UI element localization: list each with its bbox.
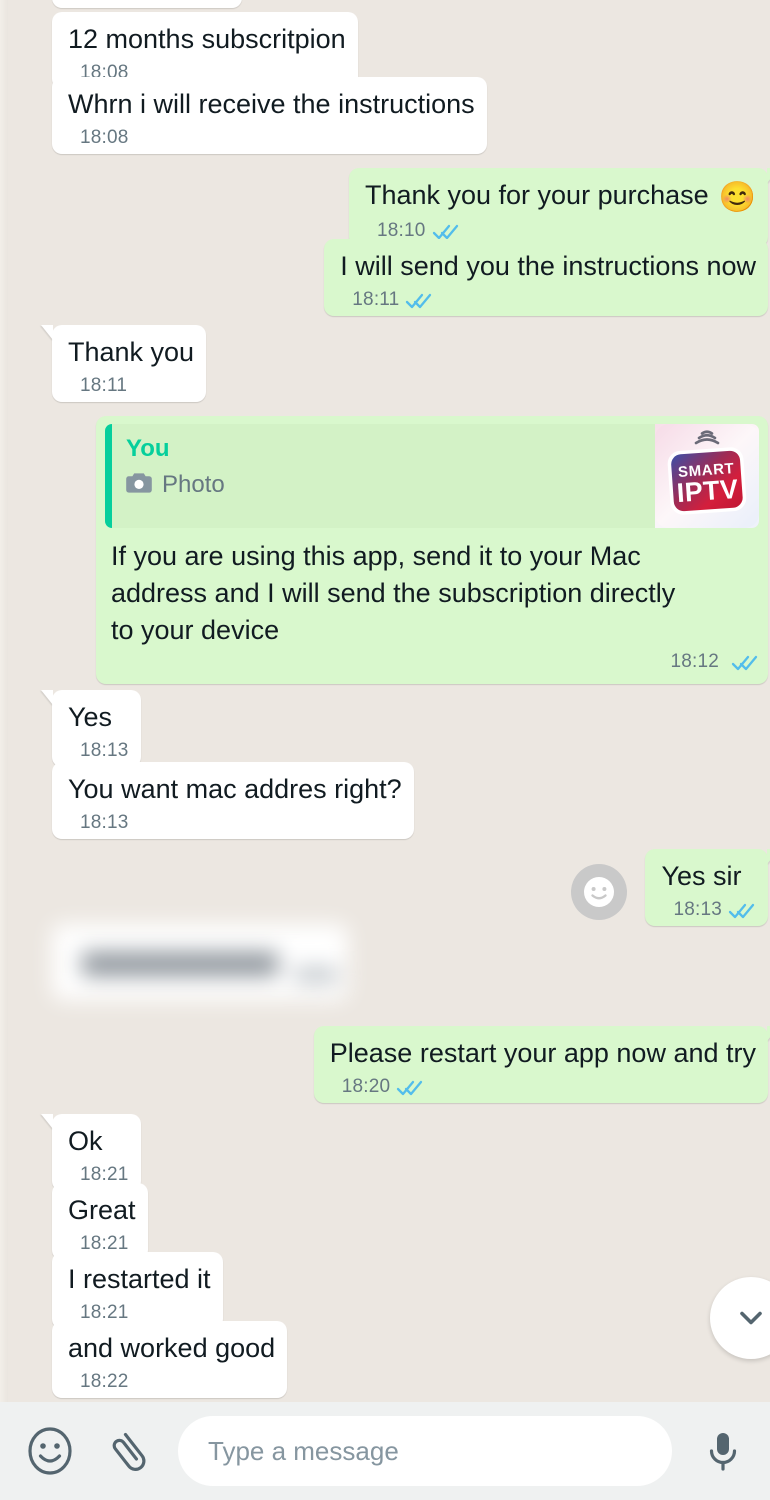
message-bubble-incoming-blurred[interactable] xyxy=(40,912,370,1016)
message-composer: Type a message xyxy=(0,1402,770,1500)
message-row[interactable]: Ok 18:21 xyxy=(52,1114,141,1191)
microphone-icon xyxy=(709,1433,737,1471)
message-text: If you are using this app, send it to yo… xyxy=(105,528,759,649)
smiling-face-emoji: 😊 xyxy=(718,181,756,214)
message-bubble-outgoing[interactable]: I will send you the instructions now 18:… xyxy=(324,239,768,316)
message-text: You want mac addres right? xyxy=(68,774,402,804)
quoted-attachment: Photo xyxy=(126,471,655,499)
message-time: 18:12 xyxy=(670,651,719,672)
message-meta: 18:08 xyxy=(80,127,129,149)
message-text: I restarted it xyxy=(68,1264,211,1294)
svg-text:IPTV: IPTV xyxy=(676,474,740,508)
quoted-author: You xyxy=(126,435,170,462)
message-bubble-outgoing[interactable]: Thank you for your purchase 😊 18:10 xyxy=(348,168,768,247)
message-row[interactable]: Thank you 18:11 xyxy=(52,325,207,402)
quoted-message[interactable]: You Photo SMART IPTV xyxy=(105,424,759,528)
attach-button[interactable] xyxy=(104,1423,160,1479)
message-text-line: If you are using this app, send it to yo… xyxy=(111,541,641,571)
message-text: Great xyxy=(68,1195,136,1225)
message-meta: 18:11 xyxy=(80,375,127,397)
message-text-body: Thank you for your purchase xyxy=(364,180,709,210)
message-text: Thank you for your purchase 😊 xyxy=(365,177,756,216)
blurred-message-time xyxy=(294,968,338,982)
message-text: Yes sir xyxy=(661,861,742,891)
message-row[interactable]: I will send you the instructions now 18:… xyxy=(324,239,768,316)
message-row[interactable]: Great 18:21 xyxy=(52,1183,148,1260)
message-bubble-outgoing[interactable]: Please restart your app now and try 18:2… xyxy=(313,1026,768,1103)
blurred-bubble-body xyxy=(52,924,348,1000)
message-text-line: address and I will send the subscription… xyxy=(111,578,676,608)
message-list[interactable]: 12 months subscritpion 18:08 Whrn i will… xyxy=(0,0,770,1402)
message-bubble-incoming[interactable]: I restarted it 18:21 xyxy=(52,1252,223,1329)
message-bubble-incoming[interactable]: Yes 18:13 xyxy=(52,690,141,767)
message-meta: 18:12 xyxy=(105,651,759,673)
partial-message-bubble xyxy=(52,0,242,8)
message-meta: 18:22 xyxy=(80,1371,129,1393)
message-bubble-incoming[interactable]: Ok 18:21 xyxy=(52,1114,141,1191)
message-row[interactable]: Please restart your app now and try 18:2… xyxy=(313,1026,768,1103)
message-row[interactable]: and worked good 18:22 xyxy=(52,1321,288,1398)
message-text: Yes xyxy=(68,702,113,732)
message-text: Thank you xyxy=(68,337,195,367)
quoted-body: You Photo xyxy=(112,424,655,528)
message-row[interactable]: You want mac addres right? 18:13 xyxy=(52,762,414,839)
message-text-line: to your device xyxy=(111,615,280,645)
message-time: 18:20 xyxy=(341,1076,391,1097)
message-text: Ok xyxy=(68,1126,103,1156)
message-time: 18:13 xyxy=(80,740,129,761)
message-row[interactable]: Thank you for your purchase 😊 18:10 xyxy=(348,168,768,247)
message-bubble-outgoing-quoted[interactable]: You Photo SMART IPTV If you are using th… xyxy=(96,416,768,684)
message-input-field[interactable]: Type a message xyxy=(178,1416,672,1486)
message-time: 18:08 xyxy=(80,127,129,148)
message-time: 18:13 xyxy=(80,812,129,833)
message-text: Please restart your app now and try xyxy=(329,1038,756,1068)
smiley-icon xyxy=(28,1427,72,1475)
camera-icon xyxy=(126,472,152,499)
paperclip-icon xyxy=(112,1432,146,1471)
message-bubble-incoming[interactable]: Thank you 18:11 xyxy=(52,325,207,402)
message-row[interactable]: You Photo SMART IPTV If you are using th… xyxy=(96,416,768,684)
message-meta: 18:11 xyxy=(352,289,433,311)
message-time: 18:13 xyxy=(673,899,722,920)
message-meta: 18:20 xyxy=(342,1076,425,1098)
message-text: and worked good xyxy=(68,1333,276,1363)
message-meta: 18:13 xyxy=(80,740,129,762)
message-bubble-incoming[interactable]: Great 18:21 xyxy=(52,1183,148,1260)
message-bubble-incoming[interactable]: You want mac addres right? 18:13 xyxy=(52,762,414,839)
emoji-reaction-button[interactable] xyxy=(571,864,628,920)
message-bubble-incoming[interactable]: Whrn i will receive the instructions 18:… xyxy=(52,77,487,154)
message-row[interactable]: Yes 18:13 xyxy=(52,690,141,767)
whatsapp-chat-screen: 12 months subscritpion 18:08 Whrn i will… xyxy=(0,0,770,1500)
message-time: 18:11 xyxy=(80,375,128,396)
quoted-attachment-label: Photo xyxy=(162,471,225,498)
message-meta: 18:13 xyxy=(673,899,756,921)
chevron-down-icon xyxy=(740,1311,762,1325)
message-bubble-outgoing[interactable]: Yes sir 18:13 xyxy=(645,849,768,926)
voice-record-button[interactable] xyxy=(698,1426,748,1476)
message-text: 12 months subscritpion xyxy=(68,24,346,54)
read-receipt-ticks-icon xyxy=(731,654,759,672)
message-meta: 18:13 xyxy=(80,812,129,834)
read-receipt-ticks-icon xyxy=(396,1079,424,1097)
emoji-picker-button[interactable] xyxy=(22,1423,78,1479)
screen-left-edge xyxy=(0,0,8,1402)
message-input-placeholder: Type a message xyxy=(208,1436,399,1466)
blurred-message-text xyxy=(82,952,278,976)
message-bubble-incoming[interactable]: and worked good 18:22 xyxy=(52,1321,288,1398)
message-time: 18:11 xyxy=(352,289,400,310)
quoted-accent-bar xyxy=(105,424,112,528)
message-text: I will send you the instructions now xyxy=(340,251,756,281)
read-receipt-ticks-icon xyxy=(405,292,433,310)
quoted-thumbnail[interactable]: SMART IPTV xyxy=(655,424,759,528)
read-receipt-ticks-icon xyxy=(728,902,756,920)
message-row[interactable]: Whrn i will receive the instructions 18:… xyxy=(52,77,487,154)
message-text: Whrn i will receive the instructions xyxy=(68,89,475,119)
message-time: 18:22 xyxy=(80,1371,129,1392)
message-row[interactable]: I restarted it 18:21 xyxy=(52,1252,223,1329)
message-row[interactable]: Yes sir 18:13 xyxy=(571,849,768,926)
